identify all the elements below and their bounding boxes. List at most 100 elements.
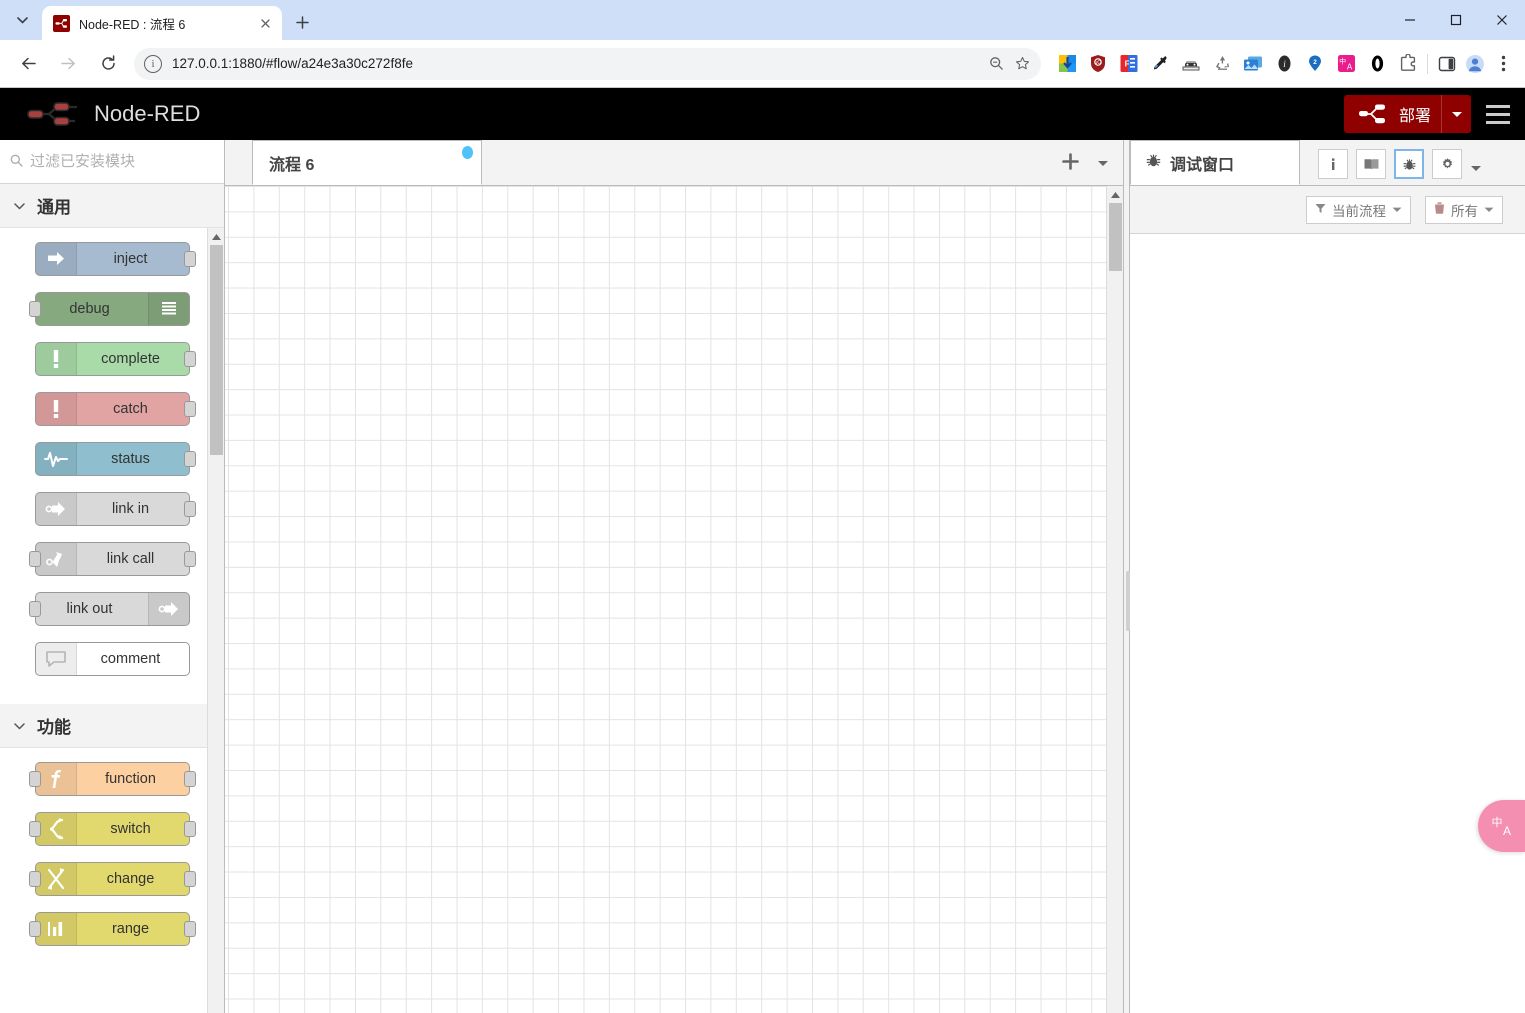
nodered-logo[interactable]: Node-RED	[0, 100, 200, 128]
node-output-port[interactable]	[183, 451, 196, 467]
node-output-port[interactable]	[183, 871, 196, 887]
config-gear-button[interactable]	[1432, 149, 1462, 179]
flow-tab-active[interactable]: 流程 6	[252, 140, 482, 185]
debug-tab-button[interactable]	[1394, 149, 1424, 179]
sidebar-more-caret-icon[interactable]	[1470, 161, 1482, 175]
scroll-up-arrow-icon[interactable]	[208, 228, 224, 245]
chrome-menu-icon[interactable]	[1489, 50, 1517, 78]
node-output-port[interactable]	[183, 551, 196, 567]
window-minimize-button[interactable]	[1387, 0, 1433, 40]
translate-icon[interactable]: 中A	[1332, 50, 1360, 78]
back-button[interactable]	[12, 48, 44, 80]
new-tab-button[interactable]	[288, 8, 316, 36]
node-output-port[interactable]	[183, 501, 196, 517]
node-output-port[interactable]	[183, 821, 196, 837]
palette-node-catch[interactable]: catch	[34, 392, 196, 426]
palette-node-link-in[interactable]: link in	[34, 492, 196, 526]
puzzle-extensions-icon[interactable]	[1394, 50, 1422, 78]
node-output-port[interactable]	[183, 921, 196, 937]
location-pin-icon[interactable]: 2	[1301, 50, 1329, 78]
browser-tabstrip: Node-RED : 流程 6	[0, 0, 1525, 40]
info-tab-button[interactable]	[1318, 149, 1348, 179]
omnibox[interactable]: i 127.0.0.1:1880/#flow/a24e3a30c272f8fe	[134, 47, 1041, 80]
add-flow-button[interactable]	[1062, 152, 1079, 174]
link-out-icon	[147, 593, 189, 625]
deploy-dropdown-caret[interactable]	[1441, 95, 1471, 133]
translate-fab[interactable]: 中 A	[1478, 800, 1525, 852]
profile-avatar-icon[interactable]	[1461, 50, 1489, 78]
node-output-port[interactable]	[183, 401, 196, 417]
node-input-port[interactable]	[28, 921, 41, 937]
scroll-down-arrow-icon[interactable]	[208, 1008, 224, 1013]
palette-node-range[interactable]: range	[28, 912, 196, 946]
star-icon[interactable]	[1009, 51, 1035, 77]
svg-text:F: F	[1125, 59, 1130, 68]
palette-category-function-header[interactable]: 功能	[0, 704, 224, 748]
palette-node-debug[interactable]: debug	[28, 292, 190, 326]
palette-scrollbar-thumb[interactable]	[210, 245, 223, 455]
palette-node-complete[interactable]: complete	[34, 342, 196, 376]
palette-node-inject[interactable]: inject	[34, 242, 196, 276]
flow-editor: 流程 6	[225, 140, 1123, 1013]
help-book-button[interactable]	[1356, 149, 1386, 179]
node-output-port[interactable]	[183, 771, 196, 787]
canvas-vscroll-thumb[interactable]	[1109, 203, 1122, 271]
deploy-button[interactable]: 部署	[1343, 95, 1471, 133]
forward-button[interactable]	[52, 48, 84, 80]
recycle-icon[interactable]	[1208, 50, 1236, 78]
node-input-port[interactable]	[28, 871, 41, 887]
tab-search-button[interactable]	[8, 6, 36, 34]
info-circle-icon[interactable]: i	[1270, 50, 1298, 78]
palette-node-link-call[interactable]: link call	[28, 542, 196, 576]
palette-node-label: comment	[100, 651, 161, 667]
node-output-port[interactable]	[183, 251, 196, 267]
palette-scrollbar[interactable]	[207, 228, 224, 1013]
node-input-port[interactable]	[28, 551, 41, 567]
sidebar-tab-label: 调试窗口	[1170, 156, 1235, 174]
eyedropper-icon[interactable]	[1146, 50, 1174, 78]
flow-filter-label: 当前流程	[1332, 203, 1386, 219]
scroll-up-arrow-icon[interactable]	[1107, 186, 1123, 203]
browser-toolbar: i 127.0.0.1:1880/#flow/a24e3a30c272f8fe …	[0, 40, 1525, 88]
node-output-port[interactable]	[183, 351, 196, 367]
nodered-header-actions: 部署	[1343, 88, 1525, 140]
node-input-port[interactable]	[28, 301, 41, 317]
canvas-vertical-scrollbar[interactable]	[1106, 186, 1123, 1013]
browser-tab[interactable]: Node-RED : 流程 6	[42, 6, 282, 40]
hamburger-menu-icon[interactable]	[1471, 88, 1525, 140]
palette-node-link-out[interactable]: link out	[28, 592, 190, 626]
flow-menu-caret-icon[interactable]	[1097, 156, 1109, 170]
reload-button[interactable]	[92, 48, 124, 80]
resize-grip[interactable]	[1125, 570, 1130, 631]
zoom-icon[interactable]	[983, 51, 1009, 77]
node-input-port[interactable]	[28, 771, 41, 787]
node-input-port[interactable]	[28, 821, 41, 837]
close-icon[interactable]	[256, 14, 274, 32]
palette-node-change[interactable]: change	[28, 862, 196, 896]
sidebar-resize-divider[interactable]	[1123, 140, 1130, 1013]
site-info-icon[interactable]: i	[144, 54, 162, 73]
palette-node-status[interactable]: status	[34, 442, 196, 476]
palette-search-input[interactable]	[30, 153, 214, 170]
sidebar-tool-buttons	[1318, 149, 1462, 179]
palette-node-comment[interactable]: comment	[34, 642, 190, 676]
opera-o-icon[interactable]	[1363, 50, 1391, 78]
flow-canvas[interactable]	[225, 186, 1123, 1013]
flow-filter-button[interactable]: 当前流程	[1306, 195, 1411, 224]
idm-download-icon[interactable]	[1053, 50, 1081, 78]
side-panel-icon[interactable]	[1433, 50, 1461, 78]
node-input-port[interactable]	[28, 601, 41, 617]
pdf-element-icon[interactable]: F	[1115, 50, 1143, 78]
sidebar-tab-debug[interactable]: 调试窗口	[1130, 140, 1300, 185]
palette-node-switch[interactable]: switch	[28, 812, 196, 846]
debug-messages-list[interactable]	[1130, 234, 1525, 1013]
window-maximize-button[interactable]	[1433, 0, 1479, 40]
palette-node-function[interactable]: function	[28, 762, 196, 796]
ublock-shield-icon[interactable]: uO	[1084, 50, 1112, 78]
svg-text:A: A	[1346, 63, 1352, 72]
window-close-button[interactable]	[1479, 0, 1525, 40]
clear-filter-button[interactable]: 所有	[1425, 195, 1503, 224]
masked-car-icon[interactable]	[1177, 50, 1205, 78]
image-gallery-icon[interactable]	[1239, 50, 1267, 78]
palette-category-common-header[interactable]: 通用	[0, 184, 224, 228]
